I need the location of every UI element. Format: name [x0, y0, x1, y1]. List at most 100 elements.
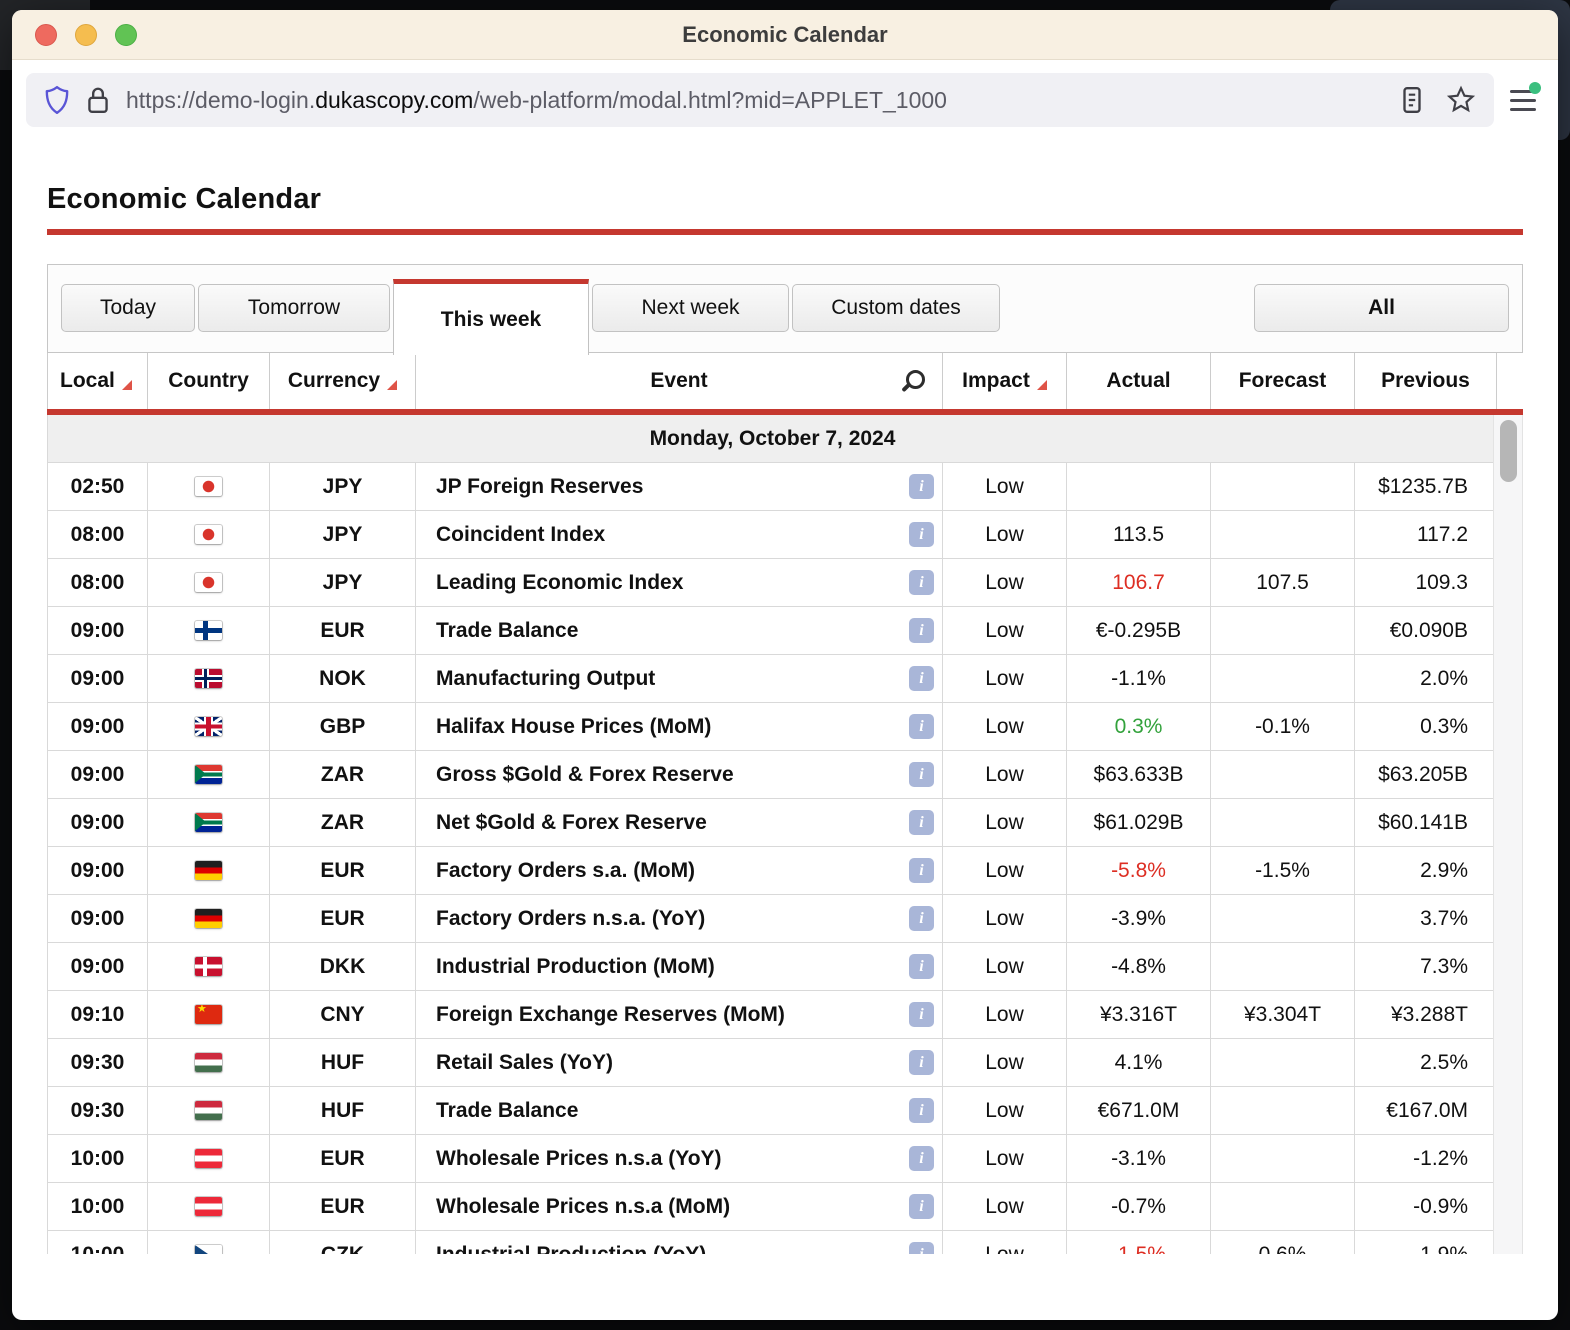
forecast-value: 0.6% — [1211, 1231, 1355, 1254]
forecast-value — [1211, 1039, 1355, 1087]
column-header-event[interactable]: Event — [416, 353, 943, 409]
forecast-value — [1211, 511, 1355, 559]
reader-mode-icon[interactable] — [1400, 85, 1424, 115]
info-icon[interactable]: i — [909, 474, 934, 499]
address-bar[interactable]: https://demo-login.dukascopy.com/web-pla… — [26, 73, 1494, 127]
lock-icon[interactable] — [86, 85, 110, 115]
event-time: 09:00 — [47, 943, 148, 991]
flag-uk-icon — [195, 717, 222, 736]
info-icon[interactable]: i — [909, 1146, 934, 1171]
table-row[interactable]: 09:30HUFRetail Sales (YoY)iLow4.1%2.5% — [47, 1039, 1498, 1087]
impact-value: Low — [943, 751, 1067, 799]
flag-hungary-icon — [195, 1101, 222, 1120]
table-row[interactable]: 09:10CNYForeign Exchange Reserves (MoM)i… — [47, 991, 1498, 1039]
table-row[interactable]: 09:00EURFactory Orders n.s.a. (YoY)iLow-… — [47, 895, 1498, 943]
previous-value: 109.3 — [1355, 559, 1497, 607]
info-icon[interactable]: i — [909, 570, 934, 595]
currency-code: ZAR — [270, 799, 416, 847]
scrollbar-thumb[interactable] — [1500, 420, 1517, 482]
table-row[interactable]: 10:00EURWholesale Prices n.s.a (MoM)iLow… — [47, 1183, 1498, 1231]
currency-code: GBP — [270, 703, 416, 751]
shield-icon[interactable] — [44, 85, 70, 115]
event-time: 09:00 — [47, 847, 148, 895]
flag-japan-icon — [195, 477, 222, 496]
currency-code: NOK — [270, 655, 416, 703]
previous-value: $60.141B — [1355, 799, 1497, 847]
event-time: 10:00 — [47, 1183, 148, 1231]
event-cell: Factory Orders n.s.a. (YoY)i — [416, 895, 943, 943]
tab-this-week[interactable]: This week — [393, 279, 589, 355]
tab-next-week[interactable]: Next week — [592, 284, 789, 332]
table-row[interactable]: 08:00JPYCoincident IndexiLow113.5117.2 — [47, 511, 1498, 559]
event-time: 09:00 — [47, 799, 148, 847]
currency-code: JPY — [270, 511, 416, 559]
previous-value: -1.2% — [1355, 1135, 1497, 1183]
event-time: 09:00 — [47, 703, 148, 751]
event-name: Manufacturing Output — [436, 667, 655, 691]
info-icon[interactable]: i — [909, 762, 934, 787]
impact-value: Low — [943, 559, 1067, 607]
info-icon[interactable]: i — [909, 1050, 934, 1075]
table-row[interactable]: 09:00EURFactory Orders s.a. (MoM)iLow-5.… — [47, 847, 1498, 895]
column-header-impact[interactable]: Impact — [943, 353, 1067, 409]
table-scrollbar[interactable] — [1493, 415, 1523, 1254]
tab-tomorrow[interactable]: Tomorrow — [198, 284, 390, 332]
zoom-button[interactable] — [115, 24, 137, 46]
table-row[interactable]: 09:00NOKManufacturing OutputiLow-1.1%2.0… — [47, 655, 1498, 703]
forecast-value: -1.5% — [1211, 847, 1355, 895]
column-header-previous[interactable]: Previous — [1355, 353, 1497, 409]
info-icon[interactable]: i — [909, 858, 934, 883]
actual-value: -0.7% — [1067, 1183, 1211, 1231]
column-header-forecast[interactable]: Forecast — [1211, 353, 1355, 409]
event-time: 10:00 — [47, 1135, 148, 1183]
info-icon[interactable]: i — [909, 810, 934, 835]
column-header-actual[interactable]: Actual — [1067, 353, 1211, 409]
table-row[interactable]: 10:00CZKIndustrial Production (YoY)iLow-… — [47, 1231, 1498, 1254]
event-cell: Gross $Gold & Forex Reservei — [416, 751, 943, 799]
table-row[interactable]: 08:00JPYLeading Economic IndexiLow106.71… — [47, 559, 1498, 607]
event-name: Net $Gold & Forex Reserve — [436, 811, 707, 835]
table-row[interactable]: 10:00EURWholesale Prices n.s.a (YoY)iLow… — [47, 1135, 1498, 1183]
info-icon[interactable]: i — [909, 1242, 934, 1254]
column-header-country[interactable]: Country — [148, 353, 270, 409]
browser-menu-button[interactable] — [1502, 79, 1544, 121]
event-name: Trade Balance — [436, 619, 578, 643]
event-name: Wholesale Prices n.s.a (YoY) — [436, 1147, 722, 1171]
table-row[interactable]: 02:50JPYJP Foreign ReservesiLow$1235.7B — [47, 463, 1498, 511]
tab-custom-dates[interactable]: Custom dates — [792, 284, 1000, 332]
table-row[interactable]: 09:00GBPHalifax House Prices (MoM)iLow0.… — [47, 703, 1498, 751]
info-icon[interactable]: i — [909, 666, 934, 691]
table-row[interactable]: 09:00ZARNet $Gold & Forex ReserveiLow$61… — [47, 799, 1498, 847]
table-row[interactable]: 09:00DKKIndustrial Production (MoM)iLow-… — [47, 943, 1498, 991]
previous-value: 2.0% — [1355, 655, 1497, 703]
info-icon[interactable]: i — [909, 714, 934, 739]
calendar-table: Local Country Currency Event Impact Actu… — [47, 353, 1523, 1254]
tab-today[interactable]: Today — [61, 284, 195, 332]
all-button[interactable]: All — [1254, 284, 1509, 332]
info-icon[interactable]: i — [909, 522, 934, 547]
search-icon[interactable] — [902, 369, 926, 393]
flag-japan-icon — [195, 573, 222, 592]
event-cell: Coincident Indexi — [416, 511, 943, 559]
info-icon[interactable]: i — [909, 1194, 934, 1219]
event-name: JP Foreign Reserves — [436, 475, 643, 499]
table-row[interactable]: 09:30HUFTrade BalanceiLow€671.0M€167.0M — [47, 1087, 1498, 1135]
minimize-button[interactable] — [75, 24, 97, 46]
currency-code: EUR — [270, 847, 416, 895]
event-time: 08:00 — [47, 511, 148, 559]
column-header-currency[interactable]: Currency — [270, 353, 416, 409]
info-icon[interactable]: i — [909, 618, 934, 643]
table-row[interactable]: 09:00EURTrade BalanceiLow€-0.295B€0.090B — [47, 607, 1498, 655]
table-row[interactable]: 09:00ZARGross $Gold & Forex ReserveiLow$… — [47, 751, 1498, 799]
close-button[interactable] — [35, 24, 57, 46]
impact-value: Low — [943, 1231, 1067, 1254]
forecast-value — [1211, 463, 1355, 511]
actual-value: -1.5% — [1067, 1231, 1211, 1254]
info-icon[interactable]: i — [909, 1002, 934, 1027]
info-icon[interactable]: i — [909, 1098, 934, 1123]
info-icon[interactable]: i — [909, 906, 934, 931]
column-header-local[interactable]: Local — [47, 353, 148, 409]
bookmark-star-icon[interactable] — [1446, 85, 1476, 115]
info-icon[interactable]: i — [909, 954, 934, 979]
previous-value: ¥3.288T — [1355, 991, 1497, 1039]
